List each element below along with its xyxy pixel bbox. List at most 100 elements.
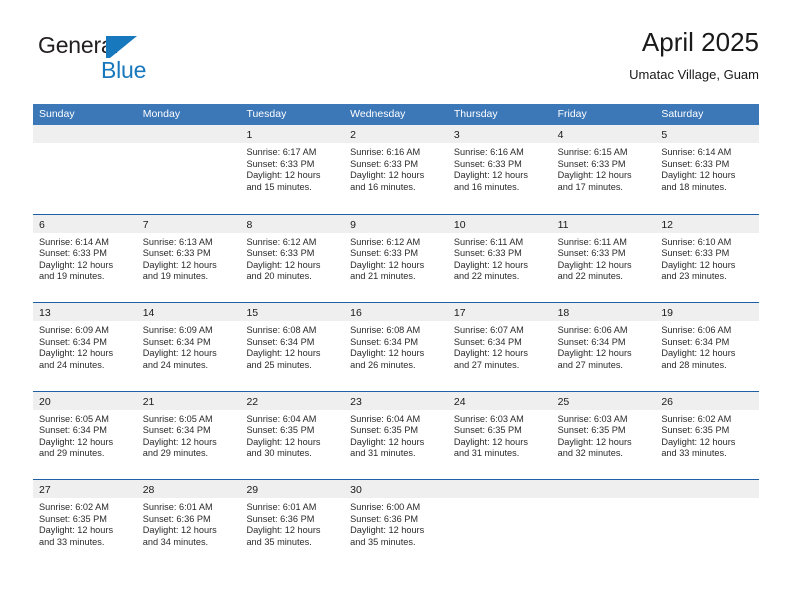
daylight-text-cont: and 28 minutes. (661, 359, 727, 370)
calendar-day-cell[interactable]: 11 Sunrise: 6:11 AM Sunset: 6:33 PM Dayligh… (551, 214, 656, 303)
sunset-text: Sunset: 6:34 PM (39, 336, 107, 347)
sunrise-text: Sunrise: 6:07 AM (453, 325, 524, 335)
calendar-day-cell[interactable]: 6 Sunrise: 6:14 AM Sunset: 6:33 PM Daylight… (33, 214, 137, 303)
calendar-day-cell[interactable]: 30 Sunrise: 6:00 AM Sunset: 6:36 PM Dayligh… (344, 480, 448, 568)
calendar-day-cell[interactable]: 16 Sunrise: 6:08 AM Sunset: 6:34 PM Dayligh… (344, 303, 448, 391)
day-details (448, 498, 552, 502)
weekday-header-saturday: Saturday (661, 108, 704, 120)
day-details: Sunrise: 6:11 AM Sunset: 6:33 PM Daylight:… (552, 233, 656, 283)
sunrise-text: Sunrise: 6:05 AM (142, 413, 213, 424)
day-number: 7 (142, 218, 149, 231)
calendar-day-cell[interactable]: 20 Sunrise: 6:05 AM Sunset: 6:34 PM Dayligh… (33, 391, 137, 480)
day-details: Sunrise: 6:15 AM Sunset: 6:33 PM Daylight:… (552, 143, 656, 193)
calendar-day-cell[interactable]: 19 Sunrise: 6:06 AM Sunset: 6:34 PM Dayligh… (655, 303, 760, 391)
daylight-text: Daylight: 12 hours (661, 170, 736, 181)
day-number-band: 21 (136, 391, 241, 410)
sunrise-text: Sunrise: 6:04 AM (246, 413, 317, 424)
day-number: 5 (661, 129, 668, 141)
sunset-text: Sunset: 6:33 PM (350, 158, 419, 169)
calendar-day-cell[interactable]: 8 Sunrise: 6:12 AM Sunset: 6:33 PM Daylight… (240, 214, 345, 303)
sunset-text: Sunset: 6:35 PM (661, 425, 730, 436)
calendar-day-cell[interactable]: 12 Sunrise: 6:10 AM Sunset: 6:33 PM Dayligh… (655, 214, 760, 303)
calendar-day-cell[interactable]: 26 Sunrise: 6:02 AM Sunset: 6:35 PM Dayligh… (655, 391, 760, 480)
day-number: 16 (350, 307, 362, 319)
day-number-band: 2 (344, 125, 448, 143)
calendar-day-cell[interactable]: 5 Sunrise: 6:14 AM Sunset: 6:33 PM Daylight… (655, 125, 760, 214)
day-details: Sunrise: 6:05 AM Sunset: 6:34 PM Daylight:… (33, 410, 137, 460)
calendar-day-cell[interactable]: 25 Sunrise: 6:03 AM Sunset: 6:35 PM Dayligh… (551, 391, 656, 480)
calendar-day-cell[interactable]: 3 Sunrise: 6:16 AM Sunset: 6:33 PM Daylight… (447, 125, 552, 214)
daylight-text: Daylight: 12 hours (453, 348, 528, 359)
calendar-day-cell[interactable]: 13 Sunrise: 6:09 AM Sunset: 6:34 PM Dayligh… (33, 303, 137, 391)
calendar-day-cell[interactable]: 15 Sunrise: 6:08 AM Sunset: 6:34 PM Dayligh… (240, 303, 345, 391)
calendar-day-cell[interactable]: 27 Sunrise: 6:02 AM Sunset: 6:35 PM Dayligh… (33, 480, 137, 568)
sunrise-text: Sunrise: 6:12 AM (350, 236, 421, 247)
daylight-text-cont: and 22 minutes. (453, 271, 520, 282)
calendar-day-cell[interactable]: 17 Sunrise: 6:07 AM Sunset: 6:34 PM Dayligh… (447, 303, 552, 391)
calendar-day-cell[interactable]: 4 Sunrise: 6:15 AM Sunset: 6:33 PM Daylight… (551, 125, 656, 214)
day-number: 15 (246, 307, 259, 319)
daylight-text: Daylight: 12 hours (661, 436, 736, 447)
weekday-header-tuesday: Tuesday (246, 108, 287, 120)
day-number-band: 15 (240, 303, 345, 321)
weekday-header-wednesday: Wednesday (350, 108, 406, 120)
calendar-day-cell[interactable]: 22 Sunrise: 6:04 AM Sunset: 6:35 PM Dayligh… (240, 391, 345, 480)
daylight-text: Daylight: 12 hours (350, 170, 425, 181)
day-details: Sunrise: 6:05 AM Sunset: 6:34 PM Daylight:… (137, 410, 241, 460)
day-number: 6 (39, 218, 45, 231)
calendar-day-cell[interactable]: 1 Sunrise: 6:17 AM Sunset: 6:33 PM Daylight… (240, 125, 345, 214)
day-number-band: 30 (344, 480, 448, 498)
day-number-band: 9 (344, 214, 448, 233)
calendar-day-cell[interactable]: 21 Sunrise: 6:05 AM Sunset: 6:34 PM Dayligh… (136, 391, 241, 480)
daylight-text: Daylight: 12 hours (661, 259, 736, 270)
daylight-text: Daylight: 12 hours (557, 436, 632, 447)
calendar-day-cell[interactable]: 24 Sunrise: 6:03 AM Sunset: 6:35 PM Dayligh… (447, 391, 552, 480)
day-number: 19 (661, 307, 673, 319)
daylight-text: Daylight: 12 hours (39, 525, 114, 536)
daylight-text-cont: and 31 minutes. (350, 448, 416, 459)
day-number: 24 (453, 395, 466, 408)
calendar-day-cell[interactable]: 9 Sunrise: 6:12 AM Sunset: 6:33 PM Daylight… (344, 214, 448, 303)
sunset-text: Sunset: 6:33 PM (142, 248, 211, 259)
daylight-text: Daylight: 12 hours (246, 436, 321, 447)
calendar-empty-cell (447, 480, 552, 568)
daylight-text: Daylight: 12 hours (350, 348, 425, 359)
day-details: Sunrise: 6:03 AM Sunset: 6:35 PM Daylight:… (552, 410, 656, 460)
calendar-grid: Sunday Monday Tuesday Wednesday Thursday Frid… (33, 104, 760, 568)
calendar-day-cell[interactable]: 28 Sunrise: 6:01 AM Sunset: 6:36 PM Dayligh… (136, 480, 241, 568)
flag-triangle (110, 36, 137, 58)
day-details: Sunrise: 6:09 AM Sunset: 6:34 PM Daylight:… (137, 321, 241, 371)
page-title: April 2025 (641, 27, 759, 57)
calendar-day-cell[interactable]: 14 Sunrise: 6:09 AM Sunset: 6:34 PM Dayligh… (136, 303, 241, 391)
calendar-page: General Blue April 2025 Umatac Village, … (0, 0, 792, 612)
sunrise-text: Sunrise: 6:06 AM (661, 325, 732, 335)
calendar-week-row: 6 Sunrise: 6:14 AM Sunset: 6:33 PM Daylight… (33, 213, 760, 303)
day-details: Sunrise: 6:02 AM Sunset: 6:35 PM Daylight:… (33, 498, 137, 548)
page-header: General Blue April 2025 Umatac Village, … (33, 26, 759, 98)
calendar-day-cell[interactable]: 23 Sunrise: 6:04 AM Sunset: 6:35 PM Dayligh… (344, 391, 448, 480)
sunrise-text: Sunrise: 6:03 AM (453, 413, 524, 424)
calendar-day-cell[interactable]: 2 Sunrise: 6:16 AM Sunset: 6:33 PM Daylight… (344, 125, 448, 214)
calendar-day-cell[interactable]: 7 Sunrise: 6:13 AM Sunset: 6:33 PM Daylight… (136, 214, 241, 303)
daylight-text: Daylight: 12 hours (453, 436, 528, 447)
daylight-text-cont: and 33 minutes. (39, 536, 105, 547)
calendar-day-cell[interactable]: 29 Sunrise: 6:01 AM Sunset: 6:36 PM Dayligh… (240, 480, 345, 568)
daylight-text-cont: and 32 minutes. (557, 448, 623, 459)
weekday-header-row: Sunday Monday Tuesday Wednesday Thursday Frid… (33, 104, 759, 125)
calendar-day-cell[interactable]: 10 Sunrise: 6:11 AM Sunset: 6:33 PM Dayligh… (447, 214, 552, 303)
sunset-text: Sunset: 6:33 PM (350, 248, 419, 259)
sunset-text: Sunset: 6:36 PM (246, 513, 315, 524)
general-blue-logo[interactable]: General Blue (38, 32, 218, 88)
sunrise-text: Sunrise: 6:01 AM (142, 502, 213, 512)
daylight-text: Daylight: 12 hours (142, 436, 217, 447)
title-block: April 2025 Umatac Village, Guam (629, 26, 759, 84)
day-details: Sunrise: 6:14 AM Sunset: 6:33 PM Daylight:… (655, 143, 759, 193)
blue-flag-icon (106, 36, 137, 58)
day-number: 29 (246, 484, 259, 496)
calendar-week-row: 27 Sunrise: 6:02 AM Sunset: 6:35 PM Dayligh… (33, 479, 760, 568)
day-details: Sunrise: 6:11 AM Sunset: 6:33 PM Daylight:… (448, 233, 552, 283)
calendar-day-cell[interactable]: 18 Sunrise: 6:06 AM Sunset: 6:34 PM Dayligh… (551, 303, 656, 391)
daylight-text: Daylight: 12 hours (246, 348, 321, 359)
day-number: 13 (39, 307, 51, 319)
daylight-text: Daylight: 12 hours (246, 170, 321, 181)
